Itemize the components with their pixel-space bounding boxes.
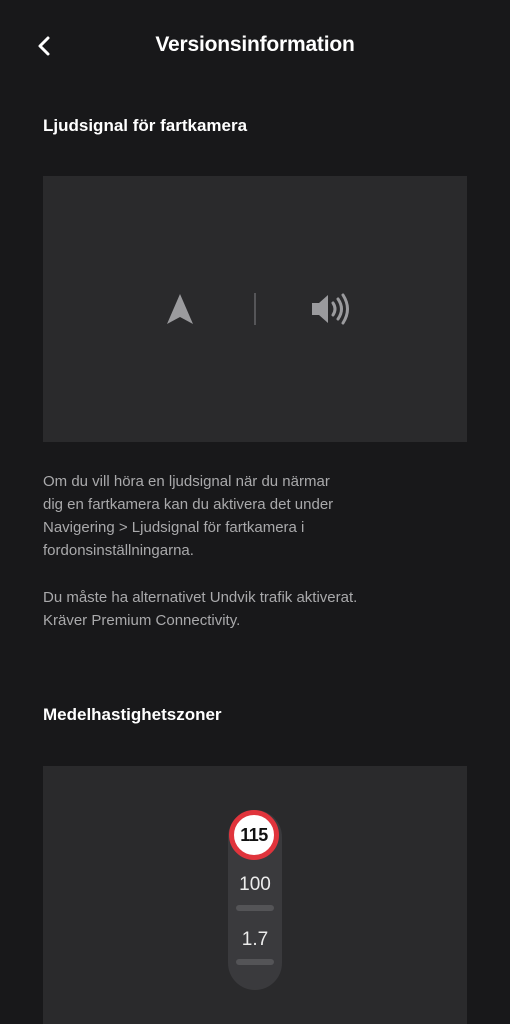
speed-limit-sign: 115: [229, 810, 279, 860]
speed-bar: [236, 905, 274, 911]
header: Versionsinformation: [0, 0, 510, 96]
average-speed-illustration: 115 100 1.7: [43, 766, 467, 1024]
speaker-volume-icon: [312, 293, 349, 325]
page-title: Versionsinformation: [155, 33, 355, 56]
speed-value-current: 100: [239, 874, 271, 895]
navigation-arrow-icon: [167, 294, 193, 324]
speed-camera-description: Om du vill höra en ljudsignal när du när…: [43, 473, 334, 559]
average-speed-section-title: Medelhastighetszoner: [43, 705, 222, 724]
speed-bar: [236, 959, 274, 965]
speed-camera-note: Du måste ha alternativet Undvik trafik a…: [43, 589, 358, 629]
speed-camera-illustration: [43, 176, 467, 442]
speed-value-distance: 1.7: [241, 929, 269, 950]
speed-camera-section-title: Ljudsignal för fartkamera: [43, 116, 248, 135]
illustration-divider: [254, 293, 256, 325]
